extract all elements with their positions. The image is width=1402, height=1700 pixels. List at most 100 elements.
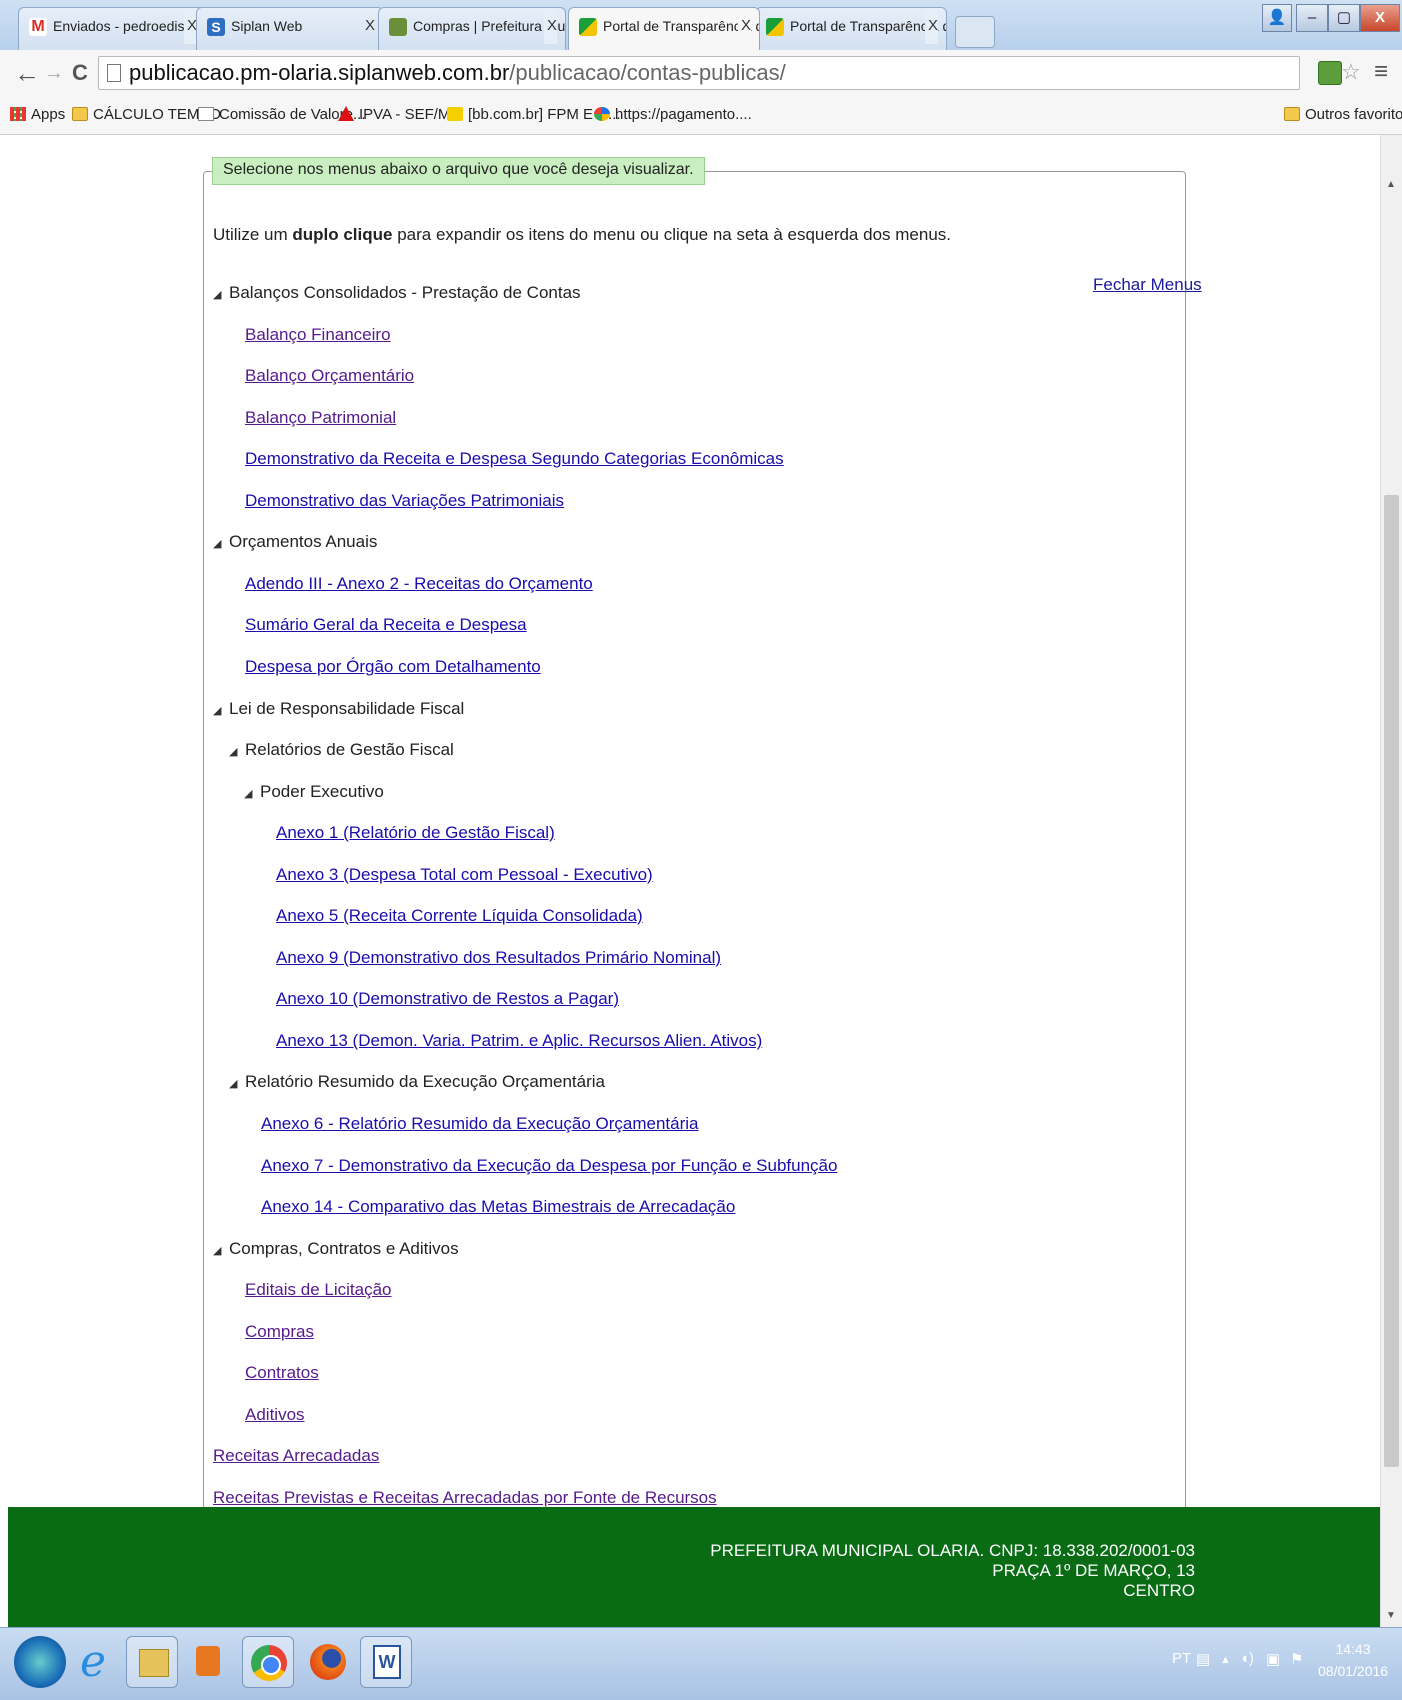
scrollbar-thumb[interactable] <box>1384 495 1399 1467</box>
menu-link[interactable]: Demonstrativo da Receita e Despesa Segun… <box>245 448 784 470</box>
bookmark-apps[interactable]: Apps <box>10 104 65 126</box>
clock-time: 14:43 <box>1335 1641 1371 1657</box>
menu-link[interactable]: Anexo 13 (Demon. Varia. Patrim. e Aplic.… <box>276 1030 762 1052</box>
menu-link[interactable]: Anexo 14 - Comparativo das Metas Bimestr… <box>261 1196 735 1218</box>
start-orb-icon[interactable] <box>14 1636 66 1688</box>
vertical-scrollbar[interactable]: ▲ ▼ <box>1380 135 1402 1627</box>
menu-link[interactable]: Receitas Arrecadadas <box>213 1445 379 1467</box>
menu-link[interactable]: Balanço Financeiro <box>245 324 391 346</box>
keyboard-icon[interactable]: ▤ <box>1196 1650 1210 1668</box>
firefox-icon[interactable] <box>302 1636 354 1688</box>
menu-group[interactable]: ◢ Balanços Consolidados - Prestação de Co… <box>213 282 581 306</box>
menu-link[interactable]: Anexo 3 (Despesa Total com Pessoal - Exe… <box>276 864 653 886</box>
menu-group[interactable]: ◢ Compras, Contratos e Aditivos <box>213 1238 459 1262</box>
intro-text: Utilize um duplo clique para expandir os… <box>213 225 951 244</box>
tab-compras[interactable]: Compras | Prefeitura Muni X <box>378 7 566 50</box>
clock-date: 08/01/2016 <box>1318 1663 1389 1679</box>
menu-link[interactable]: Demonstrativo das Variações Patrimoniais <box>245 490 564 512</box>
expand-arrow-icon[interactable]: ◢ <box>213 284 229 306</box>
menu-icon[interactable]: ≡ <box>1374 57 1388 87</box>
menu-link[interactable]: Despesa por Órgão com Detalhamento <box>245 656 541 678</box>
language-indicator[interactable]: PT <box>1172 1650 1191 1667</box>
ipva-icon <box>338 106 354 121</box>
menu-group[interactable]: ◢ Lei de Responsabilidade Fiscal <box>213 698 464 722</box>
tab-siplan[interactable]: S Siplan Web X <box>196 7 384 50</box>
menu-link[interactable]: Anexo 7 - Demonstrativo da Execução da D… <box>261 1155 837 1177</box>
maximize-button[interactable]: ▢ <box>1328 4 1360 32</box>
browser-toolbar: ← → C publicacao.pm-olaria.siplanweb.com… <box>0 50 1402 97</box>
bookmark-pagamento[interactable]: https://pagamento.... <box>594 104 752 126</box>
tab-portal-active[interactable]: Portal de Transparência do X <box>568 7 760 50</box>
pagamento-icon <box>594 107 610 121</box>
user-icon[interactable]: 👤 <box>1262 4 1292 32</box>
bookmarks-bar: Apps CÁLCULO TEMPO Comissão de Valore...… <box>0 96 1402 135</box>
word-icon[interactable]: W <box>360 1636 412 1688</box>
menu-link[interactable]: Contratos <box>245 1362 319 1384</box>
menu-link[interactable]: Anexo 5 (Receita Corrente Líquida Consol… <box>276 905 643 927</box>
close-icon[interactable]: X <box>543 8 557 44</box>
menu-group-label: Compras, Contratos e Aditivos <box>229 1239 459 1258</box>
menu-group-label: Relatórios de Gestão Fiscal <box>245 740 454 759</box>
expand-arrow-icon[interactable]: ◢ <box>229 741 245 763</box>
expand-arrow-icon[interactable]: ◢ <box>213 533 229 555</box>
new-tab-button[interactable] <box>955 16 995 48</box>
portal-icon <box>579 18 597 36</box>
address-bar[interactable]: publicacao.pm-olaria.siplanweb.com.br/pu… <box>98 56 1300 90</box>
reload-icon[interactable]: C <box>72 58 88 88</box>
page-icon <box>107 64 121 82</box>
menu-link[interactable]: Editais de Licitação <box>245 1279 391 1301</box>
extension-icon[interactable] <box>1318 61 1342 85</box>
bookmark-ipva[interactable]: IPVA - SEF/MG <box>338 104 462 126</box>
menu-link[interactable]: Balanço Patrimonial <box>245 407 396 429</box>
action-center-flag-icon[interactable]: ⚑ <box>1290 1650 1303 1668</box>
menu-group[interactable]: ◢ Poder Executivo <box>244 781 384 805</box>
menu-group-label: Orçamentos Anuais <box>229 532 378 551</box>
page-viewport: Selecione nos menus abaixo o arquivo que… <box>0 135 1380 1507</box>
scroll-up-icon[interactable]: ▲ <box>1386 179 1396 190</box>
expand-arrow-icon[interactable]: ◢ <box>213 700 229 722</box>
tab-gmail[interactable]: M Enviados - pedroedison10 X <box>18 7 206 50</box>
menu-link[interactable]: Anexo 9 (Demonstrativo dos Resultados Pr… <box>276 947 721 969</box>
menu-link[interactable]: Anexo 10 (Demonstrativo de Restos a Paga… <box>276 988 619 1010</box>
menu-link[interactable]: Sumário Geral da Receita e Despesa <box>245 614 527 636</box>
url-path: /publicacao/contas-publicas/ <box>509 60 786 85</box>
menu-link[interactable]: Balanço Orçamentário <box>245 365 414 387</box>
network-icon[interactable]: ▣ <box>1266 1650 1280 1668</box>
expand-arrow-icon[interactable]: ◢ <box>213 1240 229 1262</box>
system-clock[interactable]: 14:43 08/01/2016 <box>1318 1638 1388 1682</box>
menu-link[interactable]: Aditivos <box>245 1404 305 1426</box>
tab-portal[interactable]: Portal de Transparência do X <box>755 7 947 50</box>
menu-link[interactable]: Adendo III - Anexo 2 - Receitas do Orçam… <box>245 573 593 595</box>
bookmark-other-folder[interactable]: Outros favoritos <box>1284 104 1402 126</box>
menu-group[interactable]: ◢ Orçamentos Anuais <box>213 531 377 555</box>
tab-title: Siplan Web <box>231 18 303 34</box>
expand-arrow-icon[interactable]: ◢ <box>229 1073 245 1095</box>
menu-group-label: Balanços Consolidados - Prestação de Con… <box>229 283 581 302</box>
scroll-down-icon[interactable]: ▼ <box>1386 1610 1396 1621</box>
bookmark-star-icon[interactable]: ☆ <box>1341 57 1361 87</box>
expand-arrow-icon[interactable]: ◢ <box>244 783 260 805</box>
close-icon[interactable]: X <box>924 8 938 44</box>
close-menus-link[interactable]: Fechar Menus <box>1093 275 1202 295</box>
media-player-icon[interactable] <box>182 1636 234 1688</box>
menu-link[interactable]: Anexo 6 - Relatório Resumido da Execução… <box>261 1113 699 1135</box>
menu-link[interactable]: Receitas Previstas e Receitas Arrecadada… <box>213 1487 717 1507</box>
menu-group-label: Relatório Resumido da Execução Orçamentá… <box>245 1072 606 1091</box>
file-explorer-icon[interactable] <box>126 1636 178 1688</box>
minimize-button[interactable]: – <box>1296 4 1328 32</box>
close-window-button[interactable]: X <box>1360 4 1400 32</box>
menu-link[interactable]: Compras <box>245 1321 314 1343</box>
close-icon[interactable]: X <box>737 8 751 44</box>
gmail-icon: M <box>29 18 47 36</box>
back-icon[interactable]: ← <box>14 58 40 88</box>
volume-icon[interactable]: ◖) <box>1240 1650 1254 1667</box>
chrome-icon[interactable] <box>242 1636 294 1688</box>
internet-explorer-icon[interactable]: e <box>70 1636 122 1688</box>
folder-icon <box>1284 107 1300 121</box>
show-hidden-icons-icon[interactable]: ▲ <box>1220 1654 1231 1666</box>
close-icon[interactable]: X <box>365 8 375 44</box>
menu-link[interactable]: Anexo 1 (Relatório de Gestão Fiscal) <box>276 822 555 844</box>
forward-icon[interactable]: → <box>44 58 64 88</box>
menu-group[interactable]: ◢ Relatórios de Gestão Fiscal <box>229 739 454 763</box>
menu-group[interactable]: ◢ Relatório Resumido da Execução Orçament… <box>229 1071 605 1095</box>
